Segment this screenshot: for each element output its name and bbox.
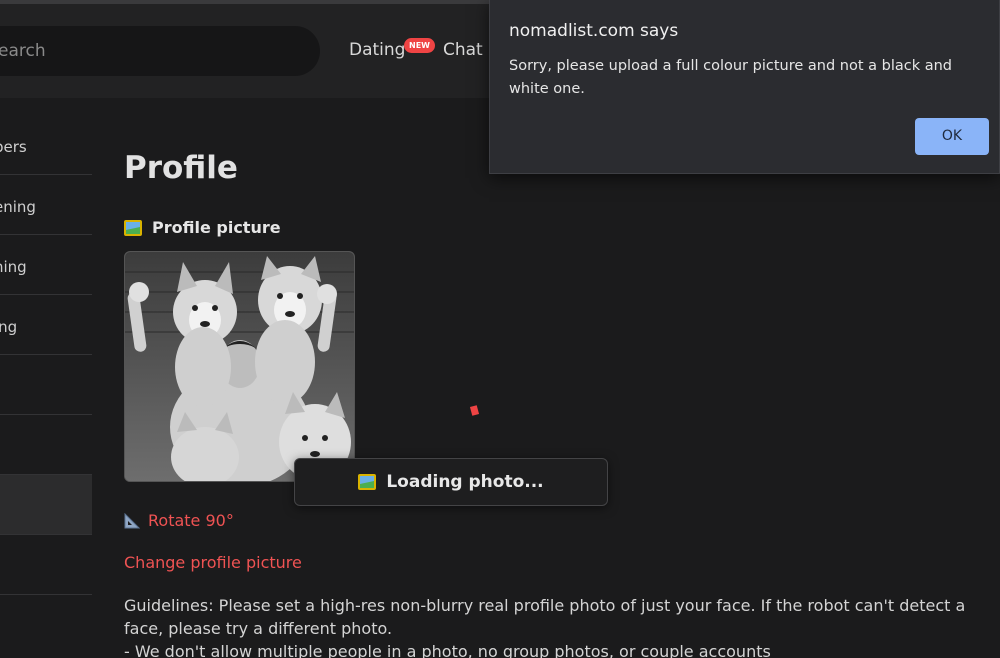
sidebar: bers ening ning ing [0,115,92,595]
dialog-message: Sorry, please upload a full colour pictu… [509,58,952,97]
guidelines-text: Guidelines: Please set a high-res non-bl… [124,594,1000,658]
sidebar-item-2[interactable]: ening [0,175,92,235]
nav-chat-link[interactable]: Chat [443,40,483,60]
rotate-label: Rotate 90° [148,511,234,530]
new-badge: NEW [404,38,435,53]
guidelines-rule: - We don't allow multiple people in a ph… [124,642,771,658]
sidebar-item-label: ning [0,258,27,276]
change-profile-picture-link[interactable]: Change profile picture [124,553,302,572]
profile-photo-image [125,252,354,481]
profile-picture-label: Profile picture [152,218,281,237]
sidebar-item-label: ening [0,198,36,216]
picture-icon [358,474,377,490]
loading-photo-text: Loading photo... [386,472,544,492]
sidebar-item-8[interactable] [0,535,92,595]
guidelines-paragraph: Guidelines: Please set a high-res non-bl… [124,596,966,638]
page-title: Profile [124,150,238,186]
loading-spinner-mark [469,405,480,416]
sidebar-item-label: ing [0,318,18,336]
profile-picture-heading: Profile picture [124,218,281,237]
loading-photo-toast: Loading photo... [294,458,608,506]
sidebar-item-active[interactable] [0,475,92,535]
sidebar-item-3[interactable]: ning [0,235,92,295]
ok-button[interactable]: OK [915,118,989,155]
picture-icon [124,219,142,236]
triangle-ruler-icon [124,512,140,528]
dialog-title: nomadlist.com says [509,21,679,41]
sidebar-item-4[interactable]: ing [0,295,92,355]
nav-dating-link[interactable]: Dating [349,40,405,60]
sidebar-item-label: bers [0,138,27,156]
profile-photo[interactable] [124,251,355,482]
sidebar-item-6[interactable] [0,415,92,475]
alert-dialog: nomadlist.com says Sorry, please upload … [489,0,1000,174]
sidebar-item-5[interactable] [0,355,92,415]
search-input[interactable]: earch [0,26,320,76]
rotate-button[interactable]: Rotate 90° [124,511,234,530]
sidebar-item-members[interactable]: bers [0,115,92,175]
